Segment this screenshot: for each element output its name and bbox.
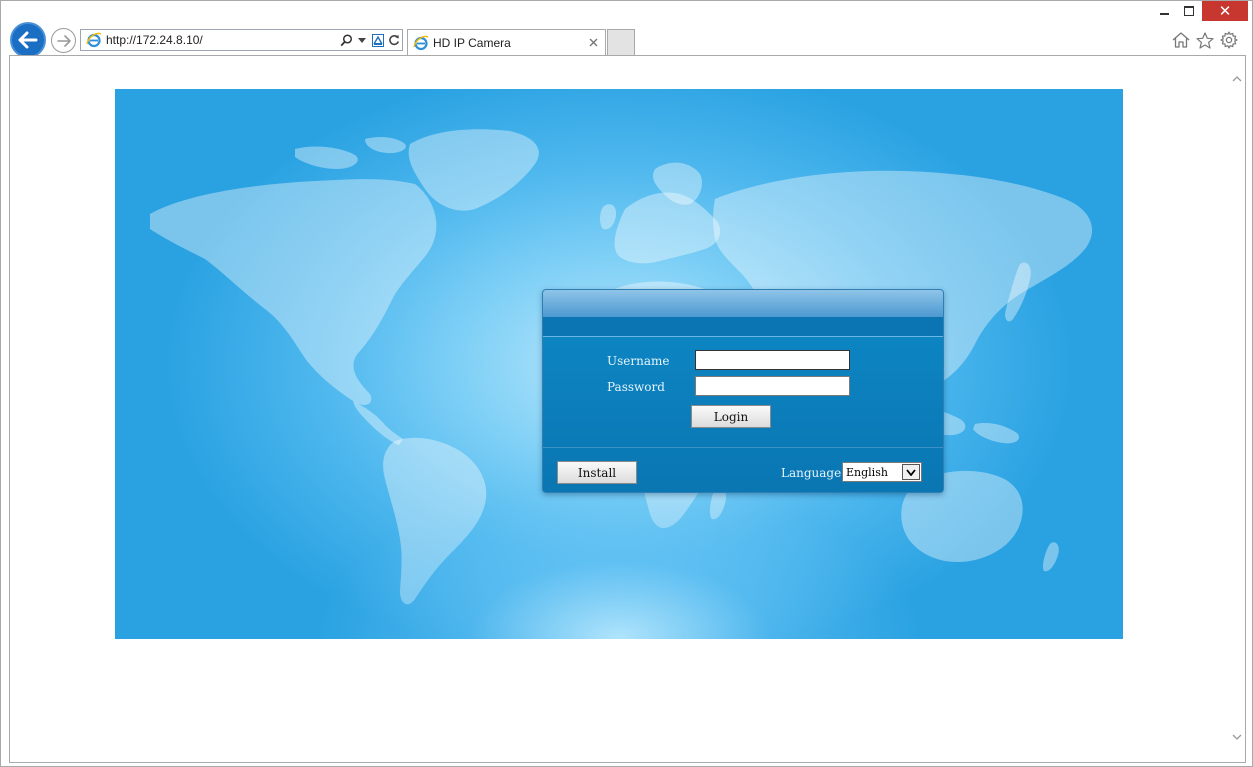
favorites-button[interactable] xyxy=(1195,30,1215,50)
refresh-button[interactable] xyxy=(386,30,402,50)
forward-button[interactable] xyxy=(51,28,76,53)
password-field[interactable] xyxy=(695,376,850,396)
back-arrow-icon xyxy=(18,31,38,49)
username-label: Username xyxy=(607,354,670,368)
tab-close-button[interactable] xyxy=(585,35,601,50)
refresh-icon xyxy=(389,34,400,46)
scroll-up-button[interactable] xyxy=(1228,70,1245,87)
compatibility-view-icon xyxy=(372,33,384,47)
close-window-button[interactable]: ✕ xyxy=(1202,1,1248,21)
maximize-button[interactable] xyxy=(1178,1,1200,21)
home-button[interactable] xyxy=(1171,30,1191,50)
chevron-down-icon xyxy=(1232,734,1241,740)
home-icon xyxy=(1172,32,1190,48)
browser-window: ✕ http://172.24.8.10/ HD IP Camera Usern… xyxy=(0,0,1253,767)
scroll-down-button[interactable] xyxy=(1228,728,1245,745)
ie-logo-icon xyxy=(86,32,102,48)
search-button[interactable] xyxy=(338,30,354,50)
language-select[interactable]: English xyxy=(842,462,922,482)
vertical-scrollbar[interactable] xyxy=(1228,56,1245,762)
tools-button[interactable] xyxy=(1219,30,1239,50)
page-viewport: Username Password Login Install Language… xyxy=(9,55,1246,763)
compatibility-view-button[interactable] xyxy=(370,30,386,50)
password-label: Password xyxy=(607,380,665,394)
tab-hd-ip-camera[interactable]: HD IP Camera xyxy=(407,29,606,55)
chevron-down-icon xyxy=(906,468,916,476)
search-icon xyxy=(340,33,352,46)
close-icon xyxy=(589,38,597,47)
language-selected-value: English xyxy=(846,465,888,479)
chevron-down-icon xyxy=(358,37,366,43)
forward-arrow-icon xyxy=(56,34,71,47)
maximize-icon xyxy=(1184,6,1194,16)
close-icon: ✕ xyxy=(1218,2,1232,20)
star-icon xyxy=(1196,31,1214,49)
tab-title: HD IP Camera xyxy=(433,35,511,50)
search-dropdown[interactable] xyxy=(354,30,370,50)
install-button[interactable]: Install xyxy=(557,461,637,484)
chevron-up-icon xyxy=(1232,75,1241,81)
new-tab-button[interactable] xyxy=(607,29,635,55)
language-label: Language xyxy=(781,466,842,480)
ie-logo-icon xyxy=(413,35,429,50)
panel-divider xyxy=(543,447,943,448)
login-panel-bar xyxy=(543,317,943,337)
login-panel: Username Password Login Install Language… xyxy=(542,289,944,493)
address-url[interactable]: http://172.24.8.10/ xyxy=(106,33,338,47)
language-dropdown-arrow[interactable] xyxy=(902,464,920,480)
username-field[interactable] xyxy=(695,350,850,370)
hero-background: Username Password Login Install Language… xyxy=(115,89,1123,639)
minimize-button[interactable] xyxy=(1153,1,1175,21)
back-button[interactable] xyxy=(10,22,46,58)
login-panel-header xyxy=(543,290,943,317)
minimize-icon xyxy=(1159,13,1169,15)
gear-icon xyxy=(1220,31,1238,49)
login-button[interactable]: Login xyxy=(691,405,771,428)
address-bar[interactable]: http://172.24.8.10/ xyxy=(80,29,403,51)
